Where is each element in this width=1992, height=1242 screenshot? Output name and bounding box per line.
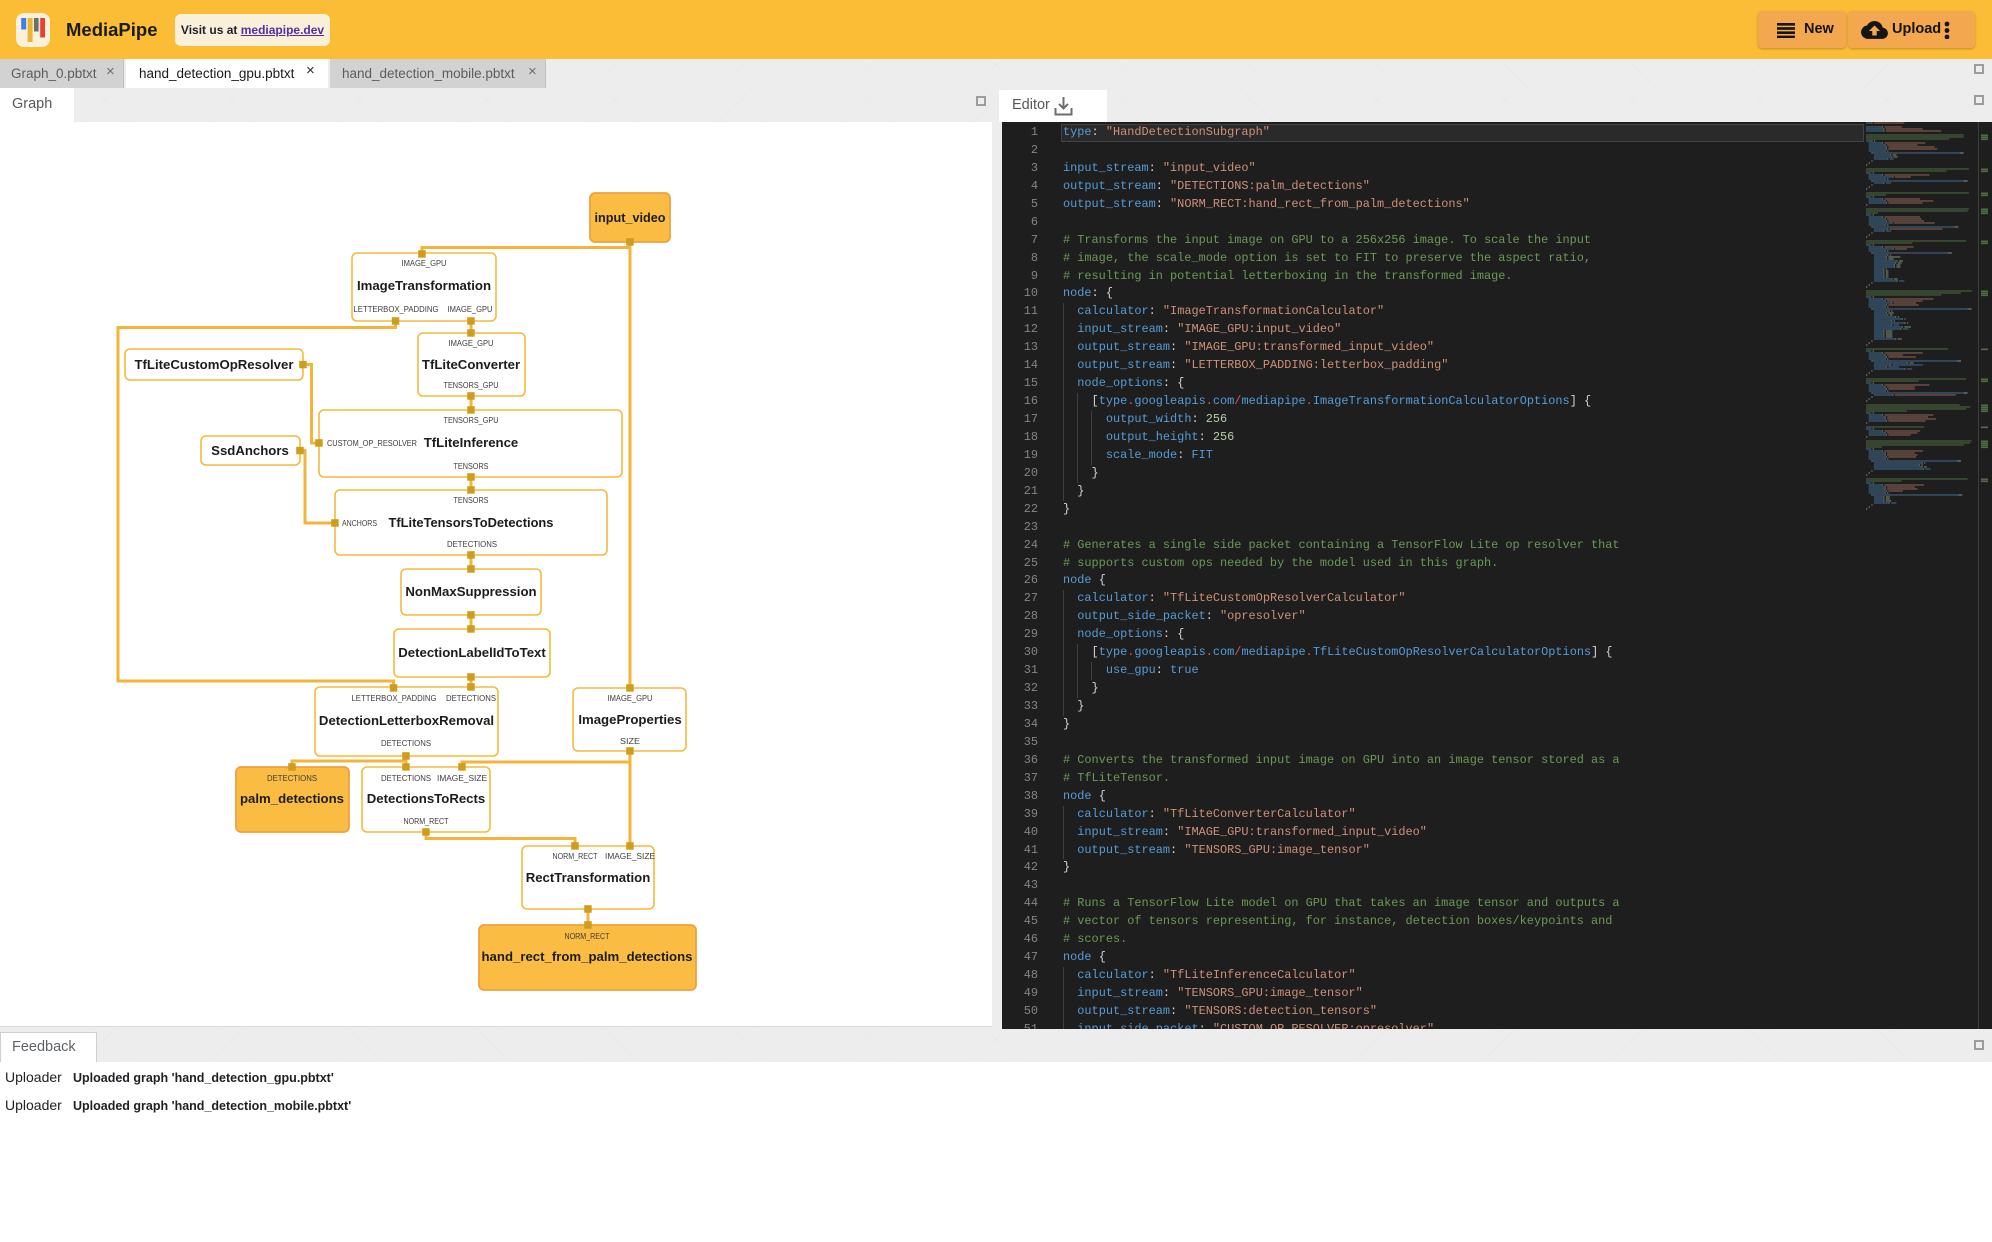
svg-text:DETECTIONS: DETECTIONS [381,738,431,748]
svg-text:TENSORS_GPU: TENSORS_GPU [444,380,499,390]
svg-text:TENSORS: TENSORS [454,495,489,505]
svg-text:CUSTOM_OP_RESOLVER: CUSTOM_OP_RESOLVER [327,438,417,448]
svg-text:IMAGE_GPU: IMAGE_GPU [402,258,447,268]
svg-text:IMAGE_GPU: IMAGE_GPU [608,693,653,703]
svg-text:NORM_RECT: NORM_RECT [404,816,450,826]
svg-text:ANCHORS: ANCHORS [342,518,377,528]
svg-text:DetectionLetterboxRemoval: DetectionLetterboxRemoval [319,713,494,728]
svg-text:IMAGE_GPU: IMAGE_GPU [449,338,494,348]
svg-text:ImageTransformation: ImageTransformation [357,278,491,293]
svg-text:DETECTIONS: DETECTIONS [381,773,431,783]
svg-text:IMAGE_SIZE: IMAGE_SIZE [437,773,487,783]
svg-text:TENSORS_GPU: TENSORS_GPU [444,415,499,425]
svg-text:input_video: input_video [595,211,666,225]
svg-text:ImageProperties: ImageProperties [578,712,681,727]
svg-text:TfLiteTensorsToDetections: TfLiteTensorsToDetections [389,515,554,530]
svg-text:SsdAnchors: SsdAnchors [211,443,289,458]
svg-text:TfLiteConverter: TfLiteConverter [422,357,520,372]
svg-text:DetectionsToRects: DetectionsToRects [367,791,485,806]
svg-text:SIZE: SIZE [620,736,640,746]
svg-text:LETTERBOX_PADDING: LETTERBOX_PADDING [352,693,437,703]
svg-text:RectTransformation: RectTransformation [526,870,651,885]
svg-text:palm_detections: palm_detections [240,792,344,806]
svg-text:TENSORS: TENSORS [454,461,489,471]
svg-text:TfLiteInference: TfLiteInference [424,435,519,450]
svg-text:IMAGE_GPU: IMAGE_GPU [448,304,493,314]
svg-text:NORM_RECT: NORM_RECT [565,931,611,941]
svg-text:LETTERBOX_PADDING: LETTERBOX_PADDING [354,304,439,314]
svg-text:DetectionLabelIdToText: DetectionLabelIdToText [398,645,546,660]
svg-text:NonMaxSuppression: NonMaxSuppression [405,584,536,599]
svg-text:DETECTIONS: DETECTIONS [446,693,496,703]
svg-text:TfLiteCustomOpResolver: TfLiteCustomOpResolver [134,357,293,372]
svg-text:DETECTIONS: DETECTIONS [447,539,497,549]
svg-text:DETECTIONS: DETECTIONS [267,773,317,783]
svg-text:hand_rect_from_palm_detections: hand_rect_from_palm_detections [482,950,693,964]
svg-text:NORM_RECT: NORM_RECT [553,851,599,861]
svg-text:IMAGE_SIZE: IMAGE_SIZE [605,851,655,861]
